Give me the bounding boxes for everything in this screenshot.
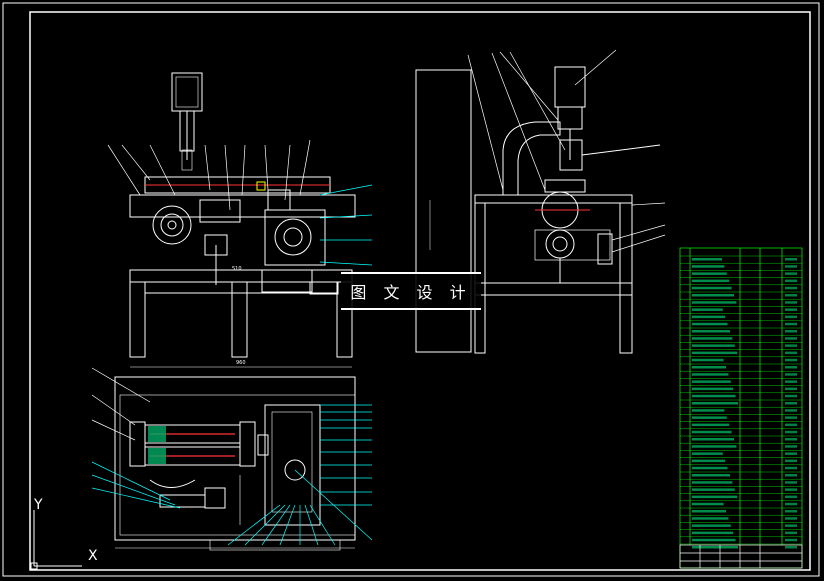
bom-cell-text-mark (785, 495, 797, 499)
bom-cell-text-mark (785, 488, 797, 491)
bom-cell-text-mark (692, 366, 726, 369)
bom-cell-text-mark (692, 351, 738, 355)
bom-cell-text-mark (692, 430, 732, 434)
bom-cell-text-mark (692, 358, 724, 362)
bom-cell-text-mark (692, 308, 723, 311)
bom-cell-text-mark (785, 358, 797, 362)
bom-cell-text-mark (785, 517, 797, 520)
ucs-icon (30, 510, 82, 570)
bom-cell-text-mark (785, 466, 797, 470)
bom-cell-text-mark (692, 416, 727, 419)
bom-cell-text-mark (785, 531, 797, 535)
bom-cell-text-mark (692, 488, 735, 491)
bom-cell-text-mark (692, 538, 736, 542)
top-view (91, 367, 373, 551)
bom-cell-text-mark (785, 524, 797, 527)
bom-cell-text-mark (692, 452, 723, 455)
bom-cell-text-mark (692, 322, 728, 326)
bom-cell-text-mark (692, 423, 730, 427)
bom-cell-text-mark (785, 308, 797, 311)
bom-cell-text-mark (785, 481, 797, 484)
bom-cell-text-mark (785, 402, 797, 405)
bom-cell-text-mark (692, 337, 733, 340)
front-dim-total: 960 (236, 360, 246, 366)
bom-cell-text-mark (785, 366, 797, 369)
bom-cell-text-mark (692, 531, 734, 535)
bom-cell-text-mark (785, 445, 797, 448)
bom-cell-text-mark (785, 423, 797, 427)
bom-cell-text-mark (785, 330, 797, 333)
bom-cell-text-mark (785, 394, 797, 398)
bom-cell-text-mark (692, 258, 722, 261)
bom-cell-text-mark (692, 301, 737, 304)
front-view (107, 72, 373, 368)
bom-cell-text-mark (692, 387, 734, 391)
bom-cell-text-mark (692, 546, 738, 549)
bom-cell-text-mark (692, 510, 726, 513)
bom-cell-text-mark (692, 286, 732, 290)
watermark-badge: 图 文 设 计 (341, 272, 481, 310)
bom-cell-text-mark (692, 294, 734, 297)
bom-cell-text-mark (785, 337, 797, 340)
bom-cell-text-mark (692, 402, 738, 405)
bom-cell-text-mark (785, 380, 797, 383)
bom-cell-text-mark (692, 279, 730, 283)
bom-cell-text-mark (785, 387, 797, 391)
bom-cell-text-mark (785, 373, 797, 376)
bom-cell-text-mark (692, 265, 725, 268)
bom-cell-text-mark (785, 322, 797, 326)
bom-cell-text-mark (785, 294, 797, 297)
bom-cell-text-mark (692, 495, 738, 499)
bom-cell-text-mark (692, 474, 730, 477)
bom-cell-text-mark (692, 315, 726, 319)
watermark-text: 图 文 设 计 (350, 283, 472, 302)
bom-cell-text-mark (692, 459, 726, 463)
bom-cell-text-mark (692, 445, 737, 448)
bom-cell-text-mark (692, 272, 727, 275)
bom-cell-text-mark (785, 279, 797, 283)
bom-cell-text-mark (785, 452, 797, 455)
bom-cell-text-mark (785, 409, 797, 412)
bom-cell-text-mark (692, 524, 731, 527)
bom-cell-text-mark (785, 416, 797, 419)
bom-cell-text-mark (785, 538, 797, 542)
front-dim-small: 510 (232, 266, 242, 272)
bom-cell-text-mark (785, 546, 797, 549)
bom-cell-text-mark (692, 380, 731, 383)
bom-cell-text-mark (785, 474, 797, 477)
bom-cell-text-mark (692, 481, 733, 484)
bom-cell-text-mark (692, 409, 725, 412)
bom-rows (680, 255, 802, 549)
bom-cell-text-mark (692, 394, 736, 398)
bom-cell-text-mark (785, 301, 797, 304)
bom-cell-text-mark (785, 286, 797, 290)
bom-cell-text-mark (692, 466, 728, 470)
bom-cell-text-mark (692, 517, 729, 520)
bom-cell-text-mark (785, 344, 797, 347)
bom-cell-text-mark (692, 344, 735, 347)
bom-cell-text-mark (692, 438, 734, 441)
bom-cell-text-mark (785, 265, 797, 268)
bom-cell-text-mark (785, 272, 797, 275)
bom-cell-text-mark (785, 258, 797, 261)
ucs-x-label: X (88, 548, 98, 564)
bom-cell-text-mark (692, 330, 730, 333)
bom-cell-text-mark (692, 373, 729, 376)
bom-cell-text-mark (785, 459, 797, 463)
bom-cell-text-mark (785, 502, 797, 506)
bom-cell-text-mark (785, 510, 797, 513)
bom-cell-text-mark (785, 430, 797, 434)
bom-cell-text-mark (785, 315, 797, 319)
bom-cell-text-mark (785, 438, 797, 441)
bom-cell-text-mark (692, 502, 724, 506)
bom-cell-text-mark (785, 351, 797, 355)
ucs-y-label: Y (34, 497, 43, 513)
